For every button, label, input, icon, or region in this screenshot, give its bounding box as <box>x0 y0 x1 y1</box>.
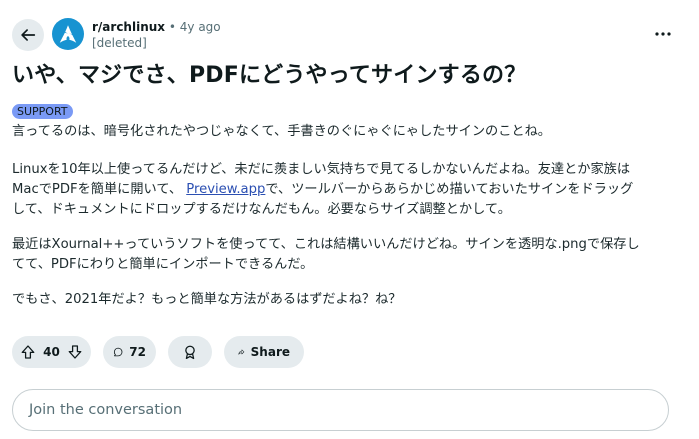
speech-bubble-icon <box>113 347 123 357</box>
downvote-button[interactable] <box>63 340 87 364</box>
upvote-button[interactable] <box>16 340 40 364</box>
arrow-left-icon <box>21 29 36 41</box>
subreddit-avatar[interactable] <box>52 18 84 50</box>
body-paragraph: でもさ、2021年だよ？もっと簡単な方法があるはずだよね？ね？ <box>12 290 692 310</box>
share-arrow-icon <box>238 349 245 355</box>
flair-badge[interactable]: SUPPORT <box>12 104 73 119</box>
body-line: 最近はXournal++っていうソフトを使ってて、これは結構いいんだけどね。サイ… <box>12 237 640 252</box>
post-age: 4y ago <box>179 20 221 34</box>
body-line: でもさ、2021年だよ？もっと簡単な方法があるはずだよね？ね？ <box>12 292 402 307</box>
share-label: Share <box>250 345 290 359</box>
body-paragraph: 最近はXournal++っていうソフトを使ってて、これは結構いいんだけどね。サイ… <box>12 235 692 275</box>
comments-button[interactable]: 72 <box>103 336 156 368</box>
meta-separator: • <box>168 20 176 34</box>
vote-control: 40 <box>12 336 91 368</box>
vote-count: 40 <box>43 345 60 359</box>
post-page: r/archlinux • 4y ago [deleted] いや、マジでさ、P… <box>0 0 699 439</box>
arch-linux-logo-icon <box>59 25 77 43</box>
comment-count: 72 <box>129 345 146 359</box>
body-text: MacでPDFを簡単に開いて、 <box>12 182 187 197</box>
post-author[interactable]: [deleted] <box>92 35 221 51</box>
downvote-arrow-icon <box>68 345 82 359</box>
preview-app-link[interactable]: Preview.app <box>186 182 265 197</box>
join-conversation-input[interactable]: Join the conversation <box>12 389 669 431</box>
more-options-button[interactable] <box>651 22 675 46</box>
ellipsis-icon <box>655 32 671 36</box>
post-body: 言ってるのは、暗号化されたやつじゃなくて、手書きのぐにゃぐにゃしたサインのことね… <box>12 122 692 325</box>
post-title: いや、マジでさ、PDFにどうやってサインするの？ <box>12 63 527 88</box>
post-meta: r/archlinux • 4y ago [deleted] <box>92 19 221 51</box>
subreddit-link[interactable]: r/archlinux <box>92 20 165 34</box>
comment-placeholder: Join the conversation <box>29 402 183 418</box>
body-line: Linuxを10年以上使ってるんだけど、未だに羨ましい気持ちで見てるしかないんだ… <box>12 162 631 177</box>
award-icon <box>185 345 195 360</box>
share-button[interactable]: Share <box>224 336 304 368</box>
body-line: てて、PDFにわりと簡単にインポートできるんだ。 <box>12 257 314 272</box>
body-line: して、ドキュメントにドロップするだけなんだもん。必要ならサイズ調整とかして。 <box>12 202 511 217</box>
body-line: 言ってるのは、暗号化されたやつじゃなくて、手書きのぐにゃぐにゃしたサインのことね… <box>12 124 551 139</box>
upvote-arrow-icon <box>21 345 35 359</box>
body-line: MacでPDFを簡単に開いて、 Preview.appで、ツールバーからあらかじ… <box>12 180 692 200</box>
back-button[interactable] <box>12 19 44 51</box>
action-bar: 40 72 Share <box>12 336 304 368</box>
award-button[interactable] <box>168 336 212 368</box>
body-paragraph: Linuxを10年以上使ってるんだけど、未だに羨ましい気持ちで見てるしかないんだ… <box>12 160 692 220</box>
body-paragraph: 言ってるのは、暗号化されたやつじゃなくて、手書きのぐにゃぐにゃしたサインのことね… <box>12 122 692 142</box>
body-text: で、ツールバーからあらかじめ描いておいたサインをドラッグ <box>265 182 634 197</box>
